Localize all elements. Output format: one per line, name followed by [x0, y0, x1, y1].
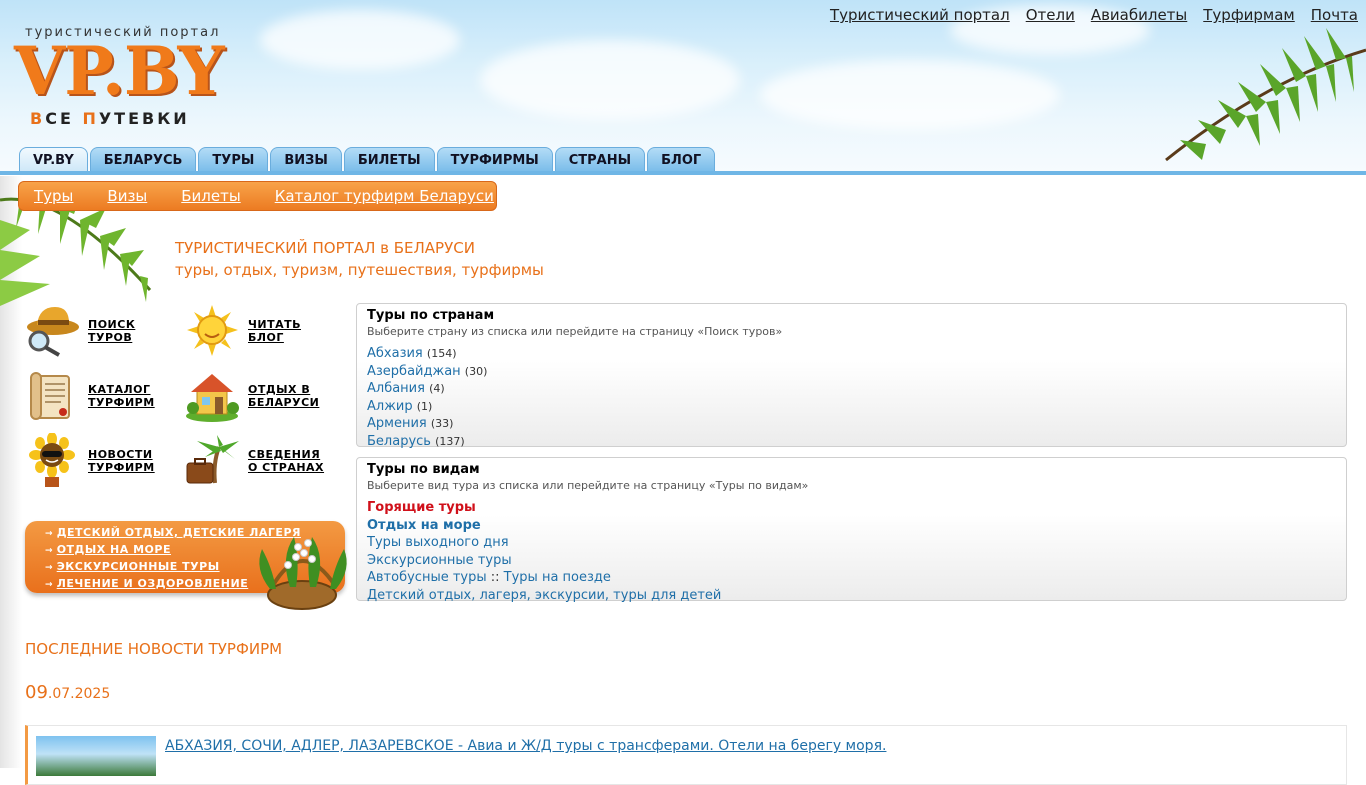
menu-label: КАТАЛОГ: [88, 382, 151, 396]
menu-label: ТУРФИРМ: [88, 460, 155, 474]
country-count: (154): [426, 347, 457, 360]
news-item: АБХАЗИЯ, СОЧИ, АДЛЕР, ЛАЗАРЕВСКОЕ - Авиа…: [25, 725, 1347, 785]
sea-rest-link[interactable]: Отдых на море: [367, 518, 481, 533]
excursion-tours-link[interactable]: Экскурсионные туры: [367, 553, 512, 568]
menu-label: НОВОСТИ: [88, 447, 153, 461]
country-row: Армения (33): [367, 415, 1336, 433]
subnav-link-catalog[interactable]: Каталог турфирм Беларуси: [275, 187, 494, 205]
tab-countries[interactable]: СТРАНЫ: [554, 147, 646, 171]
menu-rest-belarus[interactable]: ОТДЫХ В БЕЛАРУСИ: [185, 368, 319, 423]
train-tours-link[interactable]: Туры на поезде: [504, 570, 611, 585]
tab-tickets[interactable]: БИЛЕТЫ: [343, 147, 435, 171]
country-count: (30): [464, 364, 488, 378]
menu-search-tours[interactable]: ПОИСК ТУРОВ: [25, 303, 135, 358]
subnav-link-tickets[interactable]: Билеты: [181, 187, 240, 205]
tab-visas[interactable]: ВИЗЫ: [270, 147, 342, 171]
tour-types-box: Туры по видам Выберите вид тура из списк…: [356, 457, 1347, 603]
menu-label: ПОИСК: [88, 317, 136, 331]
menu-label: ТУРФИРМ: [88, 395, 155, 409]
menu-label: БЛОГ: [248, 330, 284, 344]
cloud-decoration: [760, 60, 1060, 130]
countries-box: Туры по странам Выберите страну из списк…: [356, 303, 1347, 449]
top-link-hotels[interactable]: Отели: [1026, 6, 1075, 24]
menu-agency-catalog[interactable]: КАТАЛОГ ТУРФИРМ: [25, 368, 155, 423]
country-count: (4): [429, 382, 445, 395]
country-link[interactable]: Абхазия: [367, 346, 423, 361]
menu-label: ОТДЫХ В: [248, 382, 311, 396]
main-nav-tabs: VP.BY БЕЛАРУСЬ ТУРЫ ВИЗЫ БИЛЕТЫ ТУРФИРМЫ…: [19, 147, 716, 171]
tour-types-box-title: Туры по видам: [367, 462, 480, 477]
hot-tours-link[interactable]: Горящие туры: [367, 500, 476, 515]
country-row: Алжир (1): [367, 398, 1336, 416]
weekend-tours-link[interactable]: Туры выходного дня: [367, 535, 509, 550]
tab-blog[interactable]: БЛОГ: [647, 147, 716, 171]
menu-country-info[interactable]: СВЕДЕНИЯ О СТРАНАХ: [185, 433, 324, 488]
menu-read-blog[interactable]: ЧИТАТЬ БЛОГ: [185, 303, 301, 358]
sunflower-icon: [29, 433, 75, 487]
country-count: (137): [435, 434, 465, 448]
site-logo[interactable]: VP.BY: [14, 38, 225, 104]
site-slogan: ВСЕ ПУТЕВКИ: [30, 109, 190, 128]
top-link-mail[interactable]: Почта: [1311, 6, 1358, 24]
sub-nav-bar: Туры Визы Билеты Каталог турфирм Беларус…: [18, 181, 497, 211]
cloud-decoration: [480, 40, 740, 120]
bus-tours-link[interactable]: Автобусные туры: [367, 570, 487, 585]
top-link-agencies[interactable]: Турфирмам: [1203, 6, 1294, 24]
palm-leaves-image: [1165, 28, 1366, 162]
country-row: Беларусь (137): [367, 433, 1336, 451]
link-separator: ::: [490, 570, 500, 585]
menu-label: БЕЛАРУСИ: [248, 395, 320, 409]
news-item-link[interactable]: АБХАЗИЯ, СОЧИ, АДЛЕР, ЛАЗАРЕВСКОЕ - Авиа…: [165, 738, 886, 754]
news-date: 09.07.2025: [25, 682, 111, 703]
menu-label: ЧИТАТЬ: [248, 317, 301, 331]
page-subtitle: туры, отдых, туризм, путешествия, турфир…: [175, 261, 544, 279]
tab-vpby[interactable]: VP.BY: [19, 147, 88, 171]
tab-agencies[interactable]: ТУРФИРМЫ: [436, 147, 553, 171]
tab-tours[interactable]: ТУРЫ: [198, 147, 269, 171]
top-link-flights[interactable]: Авиабилеты: [1091, 6, 1187, 24]
header-divider: [0, 171, 1366, 175]
sun-icon: [187, 305, 238, 356]
country-link[interactable]: Алжир: [367, 399, 413, 414]
country-link[interactable]: Беларусь: [367, 434, 431, 449]
site-header: туристический портал VP.BY ВСЕ ПУТЕВКИ Т…: [0, 0, 1366, 172]
tour-types-box-hint: Выберите вид тура из списка или перейдит…: [367, 479, 809, 492]
country-count: (1): [416, 399, 433, 413]
countries-box-title: Туры по странам: [367, 308, 495, 323]
country-row: Албания (4): [367, 380, 1336, 398]
subnav-link-tours[interactable]: Туры: [34, 187, 73, 205]
menu-label: ТУРОВ: [88, 330, 133, 344]
country-link[interactable]: Азербайджан: [367, 364, 461, 379]
menu-agency-news[interactable]: НОВОСТИ ТУРФИРМ: [25, 433, 155, 488]
country-link[interactable]: Албания: [367, 381, 425, 396]
top-links: Туристический портал Отели Авиабилеты Ту…: [830, 6, 1358, 24]
country-row: Азербайджан (30): [367, 363, 1336, 381]
kids-tours-link[interactable]: Детский отдых, лагеря, экскурсии, туры д…: [367, 588, 721, 603]
tab-belarus[interactable]: БЕЛАРУСЬ: [89, 147, 197, 171]
country-row: Абхазия (154): [367, 345, 1336, 363]
news-thumbnail[interactable]: [36, 736, 156, 776]
menu-label: СВЕДЕНИЯ: [248, 447, 321, 461]
cloud-decoration: [260, 10, 460, 70]
subnav-link-visas[interactable]: Визы: [107, 187, 147, 205]
house-icon: [186, 374, 239, 422]
hat-magnifier-icon: [27, 307, 79, 357]
page-title: ТУРИСТИЧЕСКИЙ ПОРТАЛ в БЕЛАРУСИ: [175, 239, 475, 257]
menu-label: О СТРАНАХ: [248, 460, 325, 474]
flower-basket-image: [259, 537, 347, 610]
palm-suitcase-icon: [186, 435, 239, 484]
news-section-title: ПОСЛЕДНИЕ НОВОСТИ ТУРФИРМ: [25, 640, 283, 658]
tour-types-link[interactable]: Туры по видам: [716, 479, 802, 492]
countries-box-hint: Выберите страну из списка или перейдите …: [367, 325, 783, 338]
country-link[interactable]: Армения: [367, 416, 427, 431]
country-count: (33): [430, 417, 454, 430]
top-link-portal[interactable]: Туристический портал: [830, 6, 1010, 24]
search-tours-link[interactable]: Поиск туров: [704, 325, 775, 338]
scroll-icon: [30, 372, 70, 420]
